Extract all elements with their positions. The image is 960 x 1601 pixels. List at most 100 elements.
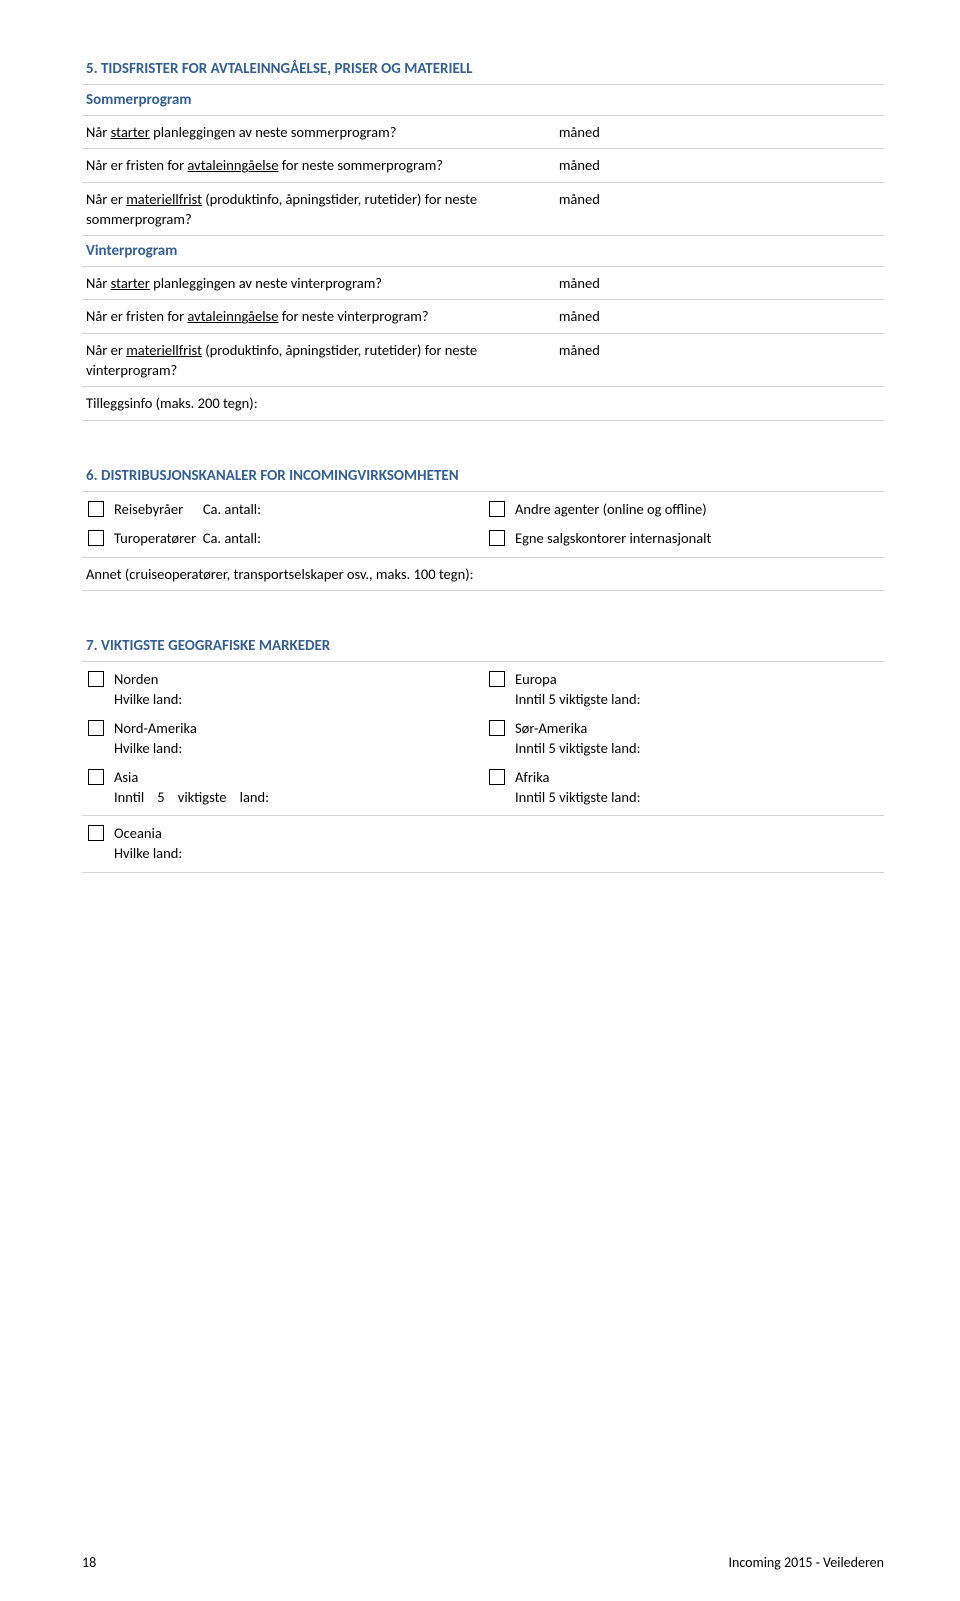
- annet-label: Annet (cruiseoperatører, transportselska…: [86, 564, 884, 584]
- checkbox-label: Asia Inntil 5 viktigste land:: [114, 768, 269, 807]
- checkbox-label: Reisebyråer Ca. antall:: [114, 500, 261, 520]
- checkbox-icon[interactable]: [489, 671, 505, 687]
- text: Når er fristen for: [86, 156, 187, 174]
- row-s1: Når starter planleggingen av neste somme…: [82, 116, 884, 149]
- text: Oceania: [114, 824, 182, 844]
- checkbox-icon[interactable]: [489, 501, 505, 517]
- page-number: 18: [82, 1554, 96, 1571]
- sub-text: Hvilke land:: [114, 844, 182, 864]
- vinterprogram-heading: Vinterprogram: [82, 236, 884, 266]
- checkbox-label: Europa Inntil 5 viktigste land:: [515, 670, 640, 709]
- text: Sør-Amerika: [515, 719, 640, 739]
- row-s3: Når er materiellfrist (produktinfo, åpni…: [82, 183, 884, 237]
- option-sor-amerika[interactable]: Sør-Amerika Inntil 5 viktigste land:: [483, 717, 884, 766]
- sub-text: Inntil 5 viktigste land:: [515, 788, 640, 808]
- option-andre-agenter[interactable]: Andre agenter (online og offline): [483, 498, 884, 528]
- text: planleggingen av neste vinterprogram?: [150, 274, 382, 292]
- question-s1: Når starter planleggingen av neste somme…: [86, 122, 549, 142]
- text: Reisebyråer: [114, 500, 183, 518]
- answer-unit[interactable]: måned: [549, 273, 884, 293]
- option-reisebyraer[interactable]: Reisebyråer Ca. antall:: [82, 498, 483, 528]
- text: Europa: [515, 670, 640, 690]
- text: 5: [157, 788, 164, 806]
- option-norden[interactable]: Norden Hvilke land:: [82, 668, 483, 717]
- question-s2: Når er fristen for avtaleinngåelse for n…: [86, 155, 549, 175]
- text-underline: avtaleinngåelse: [187, 156, 278, 174]
- text: Norden: [114, 670, 182, 690]
- checkbox-label: Oceania Hvilke land:: [114, 824, 182, 863]
- checkbox-icon[interactable]: [88, 530, 104, 546]
- answer-unit[interactable]: måned: [549, 189, 884, 230]
- option-oceania[interactable]: Oceania Hvilke land:: [82, 822, 884, 871]
- row-s2: Når er fristen for avtaleinngåelse for n…: [82, 149, 884, 182]
- text: Afrika: [515, 768, 640, 788]
- text: Når: [86, 274, 111, 292]
- section-6-title: 6. DISTRIBUSJONSKANALER FOR INCOMINGVIRK…: [82, 461, 884, 491]
- text: for neste vinterprogram?: [278, 307, 428, 325]
- doc-title: Incoming 2015 - Veilederen: [728, 1554, 884, 1571]
- sub-text: Inntil 5 viktigste land:: [114, 788, 269, 808]
- text: viktigste: [178, 788, 227, 806]
- answer-unit[interactable]: måned: [549, 122, 884, 142]
- option-egne-salgskontorer[interactable]: Egne salgskontorer internasjonalt: [483, 527, 884, 557]
- text: Når er: [86, 190, 126, 208]
- text: Turoperatører: [114, 529, 196, 547]
- text: planleggingen av neste sommerprogram?: [150, 123, 397, 141]
- option-asia[interactable]: Asia Inntil 5 viktigste land:: [82, 766, 483, 815]
- row-annet: Annet (cruiseoperatører, transportselska…: [82, 558, 884, 591]
- text-underline: avtaleinngåelse: [187, 307, 278, 325]
- text-underline: materiellfrist: [126, 190, 202, 208]
- text: Ca. antall:: [203, 500, 261, 518]
- page-footer: 18 Incoming 2015 - Veilederen: [82, 1554, 884, 1571]
- checkbox-label: Andre agenter (online og offline): [515, 500, 707, 520]
- section-7-title: 7. VIKTIGSTE GEOGRAFISKE MARKEDER: [82, 631, 884, 661]
- checkbox-label: Norden Hvilke land:: [114, 670, 182, 709]
- option-turoperatorer[interactable]: Turoperatører Ca. antall:: [82, 527, 483, 557]
- checkbox-icon[interactable]: [489, 530, 505, 546]
- question-v3: Når er materiellfrist (produktinfo, åpni…: [86, 340, 549, 381]
- answer-unit[interactable]: måned: [549, 306, 884, 326]
- checkbox-label: Nord-Amerika Hvilke land:: [114, 719, 197, 758]
- text: for neste sommerprogram?: [278, 156, 443, 174]
- extra-info-field[interactable]: [549, 393, 884, 413]
- checkbox-icon[interactable]: [88, 720, 104, 736]
- text-underline: starter: [111, 123, 150, 141]
- option-europa[interactable]: Europa Inntil 5 viktigste land:: [483, 668, 884, 717]
- text: Inntil: [114, 788, 144, 806]
- section-5-title: 5. TIDSFRISTER FOR AVTALEINNGÅELSE, PRIS…: [82, 54, 884, 84]
- checkbox-icon[interactable]: [88, 671, 104, 687]
- question-v2: Når er fristen for avtaleinngåelse for n…: [86, 306, 549, 326]
- row-v2: Når er fristen for avtaleinngåelse for n…: [82, 300, 884, 333]
- answer-unit[interactable]: måned: [549, 155, 884, 175]
- question-v1: Når starter planleggingen av neste vinte…: [86, 273, 549, 293]
- sub-text: Inntil 5 viktigste land:: [515, 739, 640, 759]
- checkbox-label: Egne salgskontorer internasjonalt: [515, 529, 711, 549]
- option-nord-amerika[interactable]: Nord-Amerika Hvilke land:: [82, 717, 483, 766]
- option-afrika[interactable]: Afrika Inntil 5 viktigste land:: [483, 766, 884, 815]
- text: Når er: [86, 341, 126, 359]
- answer-unit[interactable]: måned: [549, 340, 884, 381]
- question-s3: Når er materiellfrist (produktinfo, åpni…: [86, 189, 549, 230]
- text: Når: [86, 123, 111, 141]
- text: Nord-Amerika: [114, 719, 197, 739]
- checkbox-icon[interactable]: [489, 720, 505, 736]
- checkbox-icon[interactable]: [88, 769, 104, 785]
- checkbox-label: Sør-Amerika Inntil 5 viktigste land:: [515, 719, 640, 758]
- sommerprogram-heading: Sommerprogram: [82, 85, 884, 115]
- checkbox-icon[interactable]: [88, 825, 104, 841]
- sub-text: Hvilke land:: [114, 690, 182, 710]
- row-extra-info: Tilleggsinfo (maks. 200 tegn):: [82, 387, 884, 420]
- text-underline: materiellfrist: [126, 341, 202, 359]
- text: land:: [240, 788, 269, 806]
- text: Ca. antall:: [203, 529, 261, 547]
- checkbox-icon[interactable]: [489, 769, 505, 785]
- checkbox-icon[interactable]: [88, 501, 104, 517]
- divider: [82, 872, 884, 873]
- checkbox-label: Turoperatører Ca. antall:: [114, 529, 261, 549]
- text: Asia: [114, 768, 269, 788]
- extra-info-label: Tilleggsinfo (maks. 200 tegn):: [86, 393, 549, 413]
- row-v3: Når er materiellfrist (produktinfo, åpni…: [82, 334, 884, 388]
- row-v1: Når starter planleggingen av neste vinte…: [82, 267, 884, 300]
- text: Når er fristen for: [86, 307, 187, 325]
- checkbox-label: Afrika Inntil 5 viktigste land:: [515, 768, 640, 807]
